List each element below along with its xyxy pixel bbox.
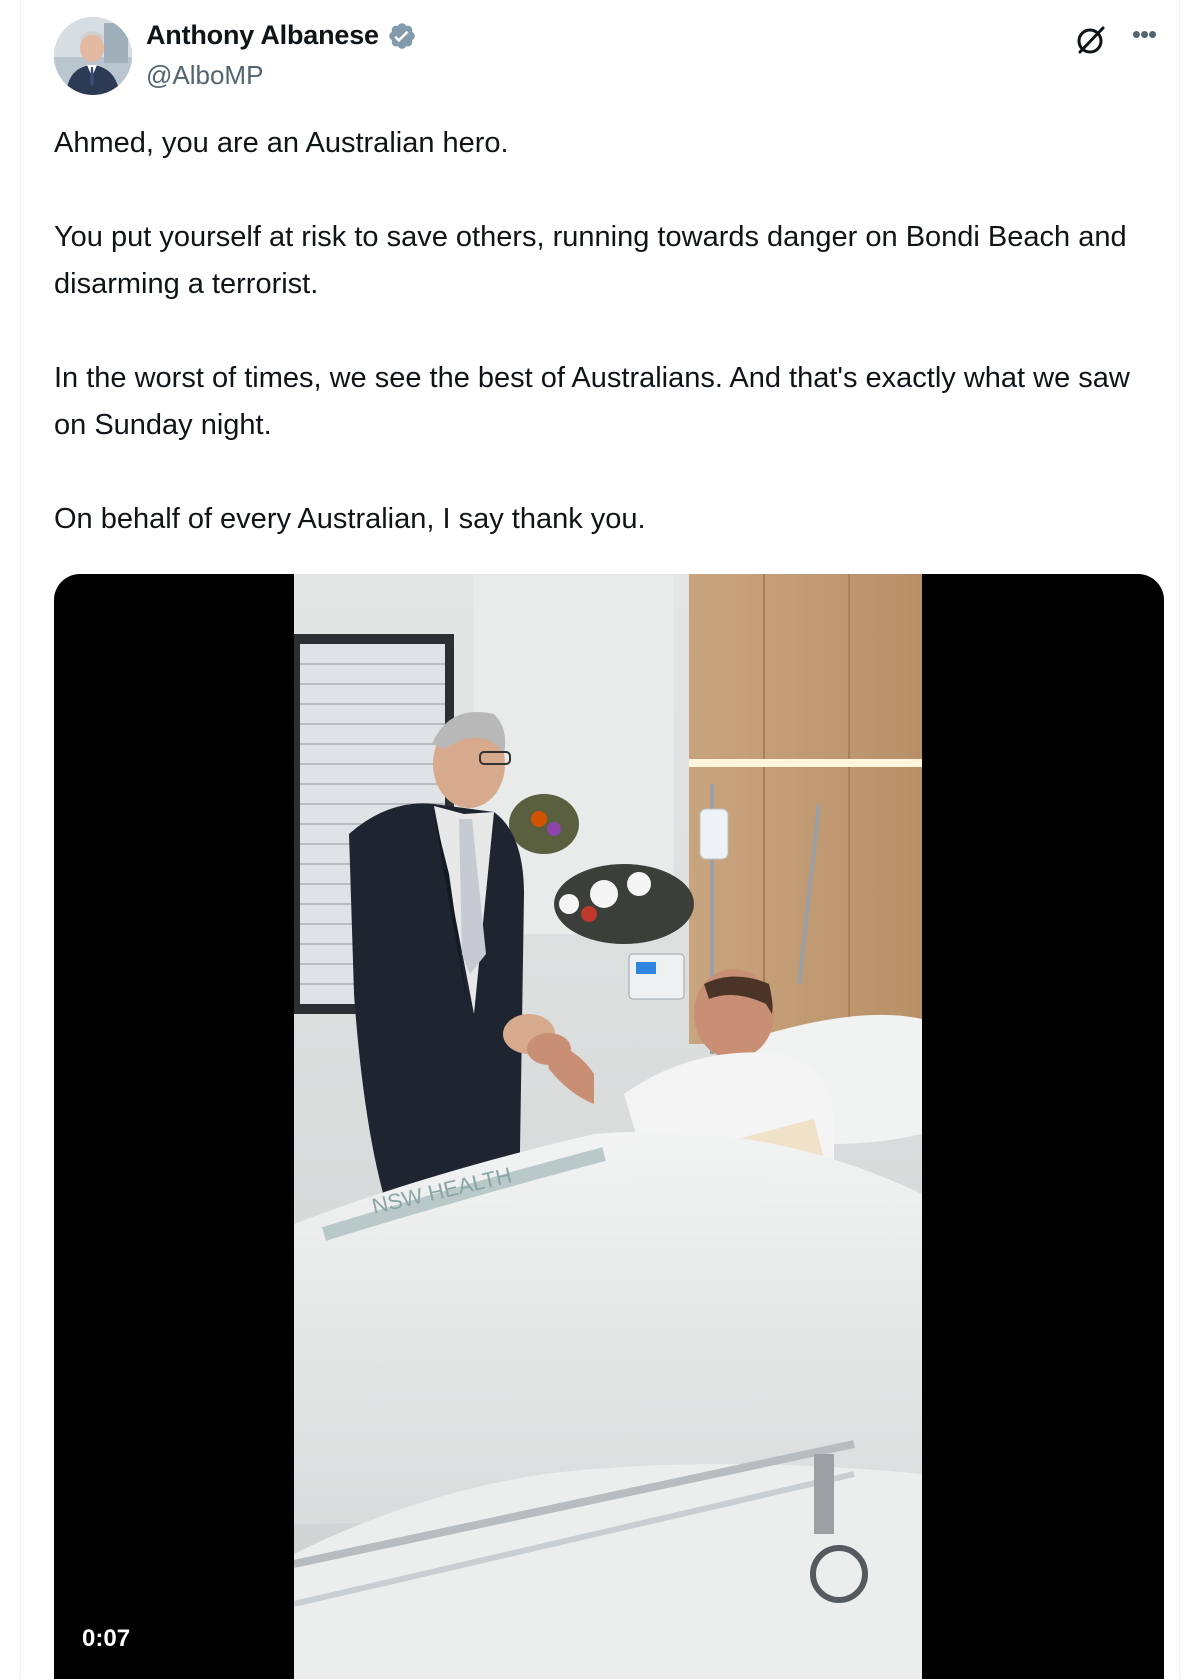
verified-badge-icon bbox=[387, 21, 417, 51]
author-name-row[interactable]: Anthony Albanese bbox=[146, 20, 417, 51]
hospital-room-scene: NSW HEALTH bbox=[294, 574, 922, 1679]
tweet-text: Ahmed, you are an Australian hero. You p… bbox=[54, 120, 1164, 543]
tweet-card: Anthony Albanese @AlboMP ••• Ahmed, you … bbox=[20, 0, 1180, 1679]
more-options-icon[interactable]: ••• bbox=[1126, 21, 1162, 52]
video-timestamp: 0:07 bbox=[72, 1621, 141, 1657]
avatar-image bbox=[54, 17, 132, 95]
video-player[interactable]: NSW HEALTH 0:07 bbox=[54, 574, 1164, 1679]
tweet-paragraph: You put yourself at risk to save others,… bbox=[54, 221, 1127, 300]
avatar[interactable] bbox=[54, 17, 132, 95]
tweet-paragraph: Ahmed, you are an Australian hero. bbox=[54, 127, 509, 159]
video-frame[interactable]: NSW HEALTH bbox=[294, 574, 922, 1679]
tweet-paragraph: In the worst of times, we see the best o… bbox=[54, 362, 1130, 441]
tweet-paragraph: On behalf of every Australian, I say tha… bbox=[54, 503, 646, 535]
grok-icon[interactable] bbox=[1073, 22, 1109, 58]
author-display-name[interactable]: Anthony Albanese bbox=[146, 20, 379, 51]
author-handle[interactable]: @AlboMP bbox=[146, 60, 263, 91]
